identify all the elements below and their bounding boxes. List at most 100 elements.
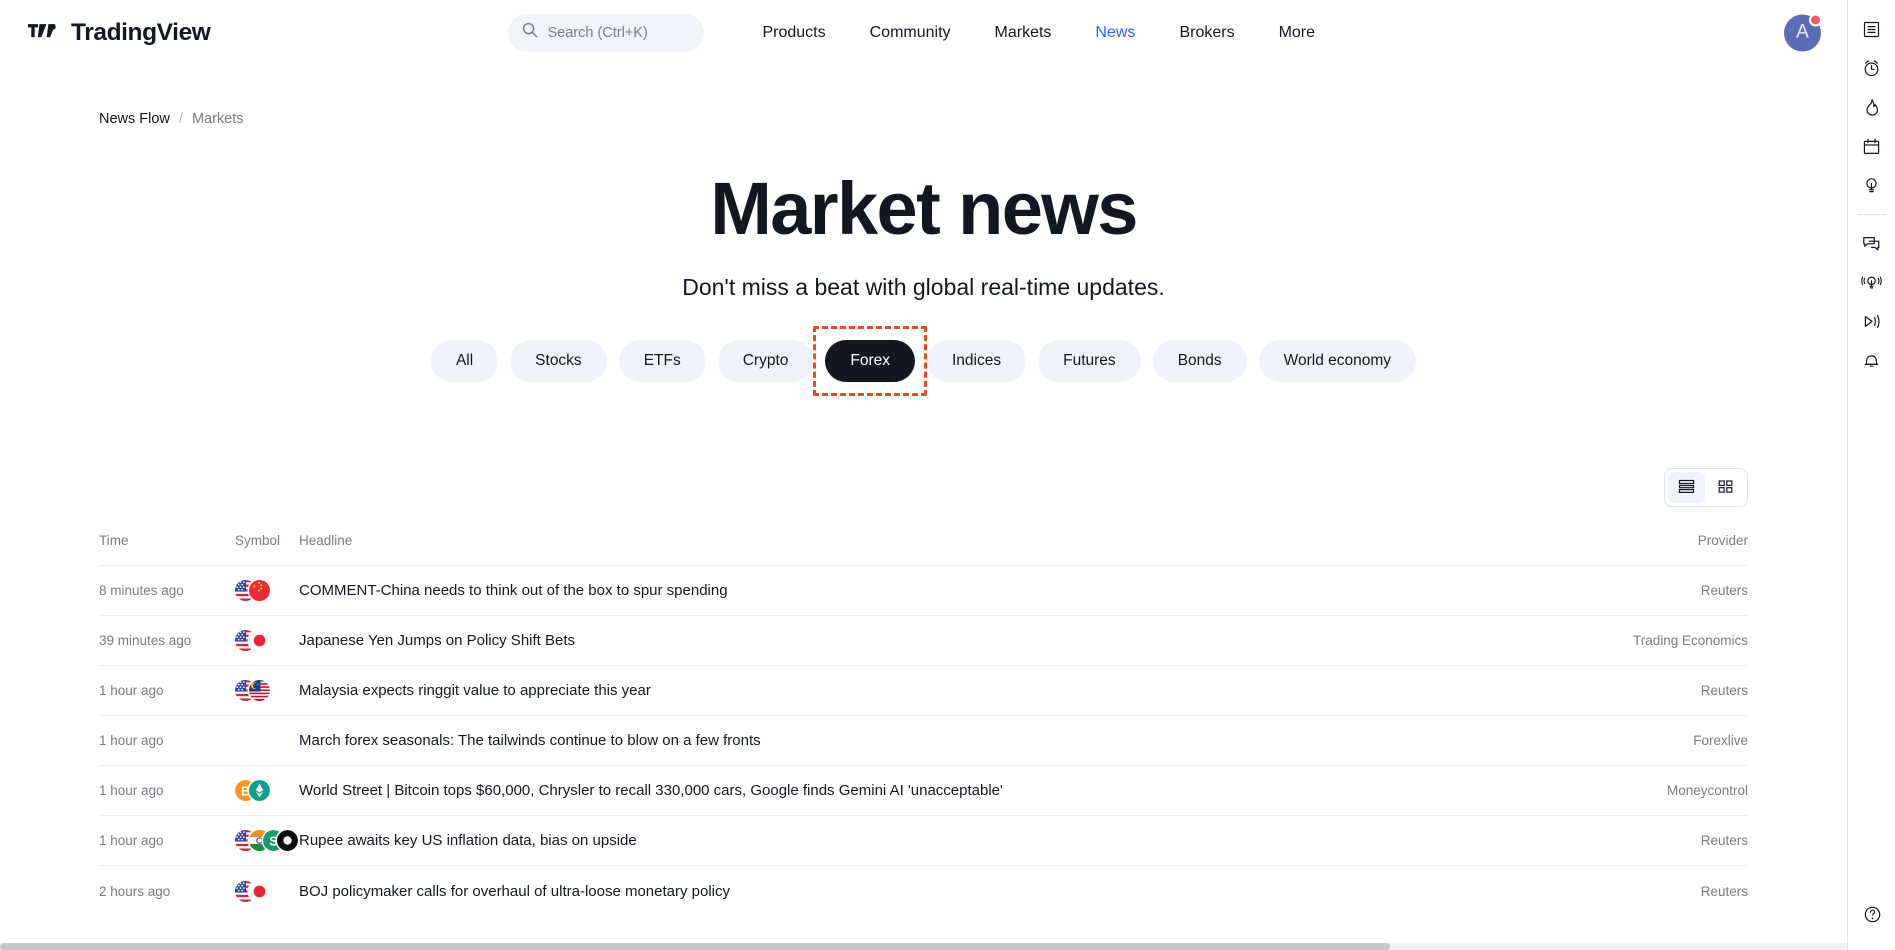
breadcrumb-separator: /: [178, 111, 183, 127]
row-provider: Reuters: [1700, 833, 1748, 849]
flag-jp-icon: [249, 630, 270, 652]
horizontal-scrollbar[interactable]: [0, 943, 1847, 950]
row-symbols[interactable]: [235, 566, 299, 616]
sidebar-item-ideas[interactable]: [1853, 166, 1891, 204]
row-symbols[interactable]: B: [235, 766, 299, 816]
stream-play-icon: [1861, 311, 1882, 332]
table-row[interactable]: 1 hour ago Malaysia expects ringgit value…: [99, 665, 1748, 716]
row-time: 8 minutes ago: [99, 583, 184, 599]
symbol-icon-stack: [235, 680, 299, 702]
row-symbols[interactable]: S: [235, 816, 299, 866]
table-row[interactable]: 8 minutes ago COMMENT-China needs to thin…: [99, 565, 1748, 616]
filter-pill-all[interactable]: All: [430, 340, 499, 383]
filter-pill-indices[interactable]: Indices: [927, 340, 1027, 383]
flag-cn-icon: [249, 580, 270, 602]
filter-pill-forex[interactable]: Forex: [825, 340, 915, 383]
symbol-icon-stack: [235, 630, 299, 652]
news-table: Time Symbol Headline Provider 8 minutes …: [99, 533, 1748, 916]
avatar[interactable]: A: [1784, 13, 1822, 51]
row-time: 1 hour ago: [99, 833, 164, 849]
calendar-icon: [1861, 136, 1882, 157]
nav-item-more[interactable]: More: [1257, 16, 1337, 50]
table-row[interactable]: 2 hours ago BOJ policymaker calls for ove…: [99, 865, 1748, 916]
row-symbols[interactable]: [235, 866, 299, 916]
row-provider: Moneycontrol: [1666, 783, 1748, 799]
page-subtitle: Don't miss a beat with global real-time …: [682, 274, 1165, 301]
row-headline[interactable]: COMMENT-China needs to think out of the …: [299, 566, 1528, 616]
bell-icon: [1861, 350, 1882, 371]
nav-item-markets[interactable]: Markets: [973, 16, 1074, 50]
table-row[interactable]: 1 hour ago B World Street | Bitcoin tops $…: [99, 765, 1748, 816]
filter-all-wrap: All: [430, 340, 499, 383]
sidebar-item-watchlist[interactable]: [1853, 10, 1891, 48]
news-table-container: Time Symbol Headline Provider 8 minutes …: [0, 507, 1847, 916]
brand-name: TradingView: [71, 18, 211, 46]
filter-pill-etfs[interactable]: ETFs: [618, 340, 706, 383]
list-view-button[interactable]: [1668, 472, 1705, 504]
row-time: 39 minutes ago: [99, 633, 192, 649]
row-symbols[interactable]: [235, 666, 299, 716]
nav-item-news[interactable]: News: [1073, 16, 1157, 50]
top-bar-right: A: [1784, 13, 1822, 51]
table-row[interactable]: 1 hour ago March forex seasonals: The tai…: [99, 715, 1748, 766]
tradingview-logo-icon: [28, 22, 62, 43]
sidebar-item-help[interactable]: [1853, 895, 1891, 933]
row-headline[interactable]: Rupee awaits key US inflation data, bias…: [299, 816, 1528, 866]
search-input[interactable]: Search (Ctrl+K): [508, 13, 705, 52]
row-headline[interactable]: March forex seasonals: The tailwinds con…: [299, 716, 1528, 766]
app-root: TradingView Search (Ctrl+K) Products Com…: [0, 0, 1895, 950]
row-time: 1 hour ago: [99, 783, 164, 799]
watchlist-icon: [1861, 19, 1882, 40]
row-headline[interactable]: Japanese Yen Jumps on Policy Shift Bets: [299, 616, 1528, 666]
page-content: TradingView Search (Ctrl+K) Products Com…: [0, 0, 1847, 950]
filter-pill-crypto[interactable]: Crypto: [717, 340, 814, 383]
breadcrumb-current-markets: Markets: [191, 111, 244, 127]
table-row[interactable]: 1 hour ago S Rupee awaits key US inflation…: [99, 815, 1748, 866]
sidebar-item-chat[interactable]: [1853, 224, 1891, 262]
row-headline[interactable]: BOJ policymaker calls for overhaul of ul…: [299, 866, 1528, 916]
row-time: 1 hour ago: [99, 733, 164, 749]
sidebar-item-calendar[interactable]: [1853, 127, 1891, 165]
sidebar-item-ideas-broadcast[interactable]: [1853, 263, 1891, 301]
nav-item-brokers[interactable]: Brokers: [1157, 16, 1256, 50]
row-symbols[interactable]: [235, 716, 299, 766]
sidebar-item-alerts-clock[interactable]: [1853, 49, 1891, 87]
row-headline[interactable]: World Street | Bitcoin tops $60,000, Chr…: [299, 766, 1528, 816]
filter-etfs-wrap: ETFs: [618, 340, 706, 383]
lightbulb-icon: [1861, 175, 1882, 196]
filter-bonds-wrap: Bonds: [1152, 340, 1247, 383]
row-provider: Reuters: [1700, 683, 1748, 699]
notification-badge-dot: [1809, 13, 1822, 26]
sidebar-divider: [1857, 214, 1886, 215]
row-symbols[interactable]: [235, 616, 299, 666]
symbol-icon-stack: [235, 580, 299, 602]
filter-stocks-wrap: Stocks: [510, 340, 607, 383]
news-table-body: 8 minutes ago COMMENT-China needs to thin…: [99, 565, 1748, 916]
brand-logo[interactable]: TradingView: [28, 18, 211, 47]
filter-futures-wrap: Futures: [1038, 340, 1141, 383]
breadcrumb-link-news-flow[interactable]: News Flow: [99, 111, 170, 127]
grid-view-button[interactable]: [1707, 472, 1744, 503]
filter-pill-bonds[interactable]: Bonds: [1152, 340, 1247, 383]
nav-item-community[interactable]: Community: [848, 16, 973, 50]
search-placeholder: Search (Ctrl+K): [547, 24, 648, 41]
sidebar-item-notifications[interactable]: [1853, 341, 1891, 379]
filter-pill-futures[interactable]: Futures: [1038, 340, 1141, 383]
right-sidebar: [1847, 0, 1895, 950]
sidebar-item-hotlist[interactable]: [1853, 88, 1891, 126]
filter-pill-world-economy[interactable]: World economy: [1258, 340, 1417, 383]
row-headline[interactable]: Malaysia expects ringgit value to apprec…: [299, 666, 1528, 716]
grid-view-icon: [1717, 478, 1734, 498]
nav-item-products[interactable]: Products: [740, 16, 847, 50]
column-header-provider: Provider: [1697, 533, 1748, 549]
view-toggle-group: [1664, 468, 1748, 508]
help-icon: [1862, 904, 1883, 925]
coin-dark-icon: [277, 830, 298, 852]
filter-pill-stocks[interactable]: Stocks: [510, 340, 607, 383]
sidebar-item-streams[interactable]: [1853, 302, 1891, 340]
page-title: Market news: [710, 167, 1138, 250]
alarm-clock-icon: [1861, 58, 1882, 79]
symbol-icon-stack: B: [235, 780, 299, 802]
ideas-broadcast-icon: [1861, 272, 1882, 293]
table-row[interactable]: 39 minutes ago Japanese Yen Jumps on Poli…: [99, 615, 1748, 666]
